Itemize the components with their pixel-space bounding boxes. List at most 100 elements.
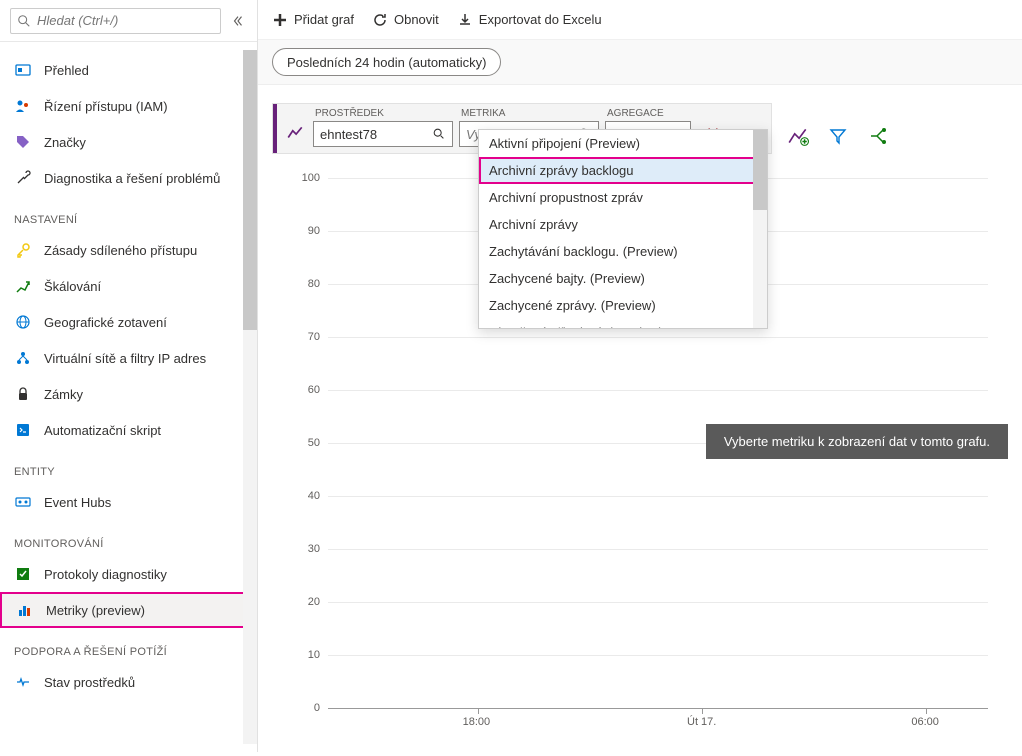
eventhubs-icon — [14, 493, 32, 511]
chevron-double-left-icon — [231, 14, 245, 28]
y-tick-label: 70 — [292, 331, 320, 343]
scrollbar-thumb[interactable] — [243, 50, 257, 330]
selector-label: AGREGACE — [605, 108, 691, 119]
sidebar-item-geo[interactable]: Geografické zotavení — [0, 304, 257, 340]
y-tick-label: 10 — [292, 649, 320, 661]
script-icon — [14, 421, 32, 439]
sidebar-item-label: Značky — [44, 135, 86, 150]
y-tick-label: 90 — [292, 225, 320, 237]
metric-area: PROSTŘEDEK ehntest78 METRIKA Vyberte met… — [258, 85, 1022, 752]
x-tick-label: 06:00 — [911, 716, 939, 756]
gridline — [328, 549, 988, 550]
dropdown-item[interactable]: Zachycené zprávy. (Preview) — [479, 292, 767, 319]
export-excel-button[interactable]: Exportovat do Excelu — [457, 12, 602, 28]
search-icon — [17, 14, 31, 28]
nav-section-settings: NASTAVENÍ — [0, 196, 257, 232]
line-chart-icon — [281, 119, 309, 147]
main-content: Přidat graf Obnovit Exportovat do Excelu… — [258, 0, 1022, 752]
dropdown-item[interactable]: Aktivní připojení (Preview) — [479, 130, 767, 157]
sidebar-item-label: Škálování — [44, 279, 101, 294]
sidebar-item-label: Přehled — [44, 63, 89, 78]
dropdown-item[interactable]: Archivní zprávy — [479, 211, 767, 238]
nav: Přehled Řízení přístupu (IAM) Značky Dia… — [0, 42, 257, 752]
sidebar-scrollbar[interactable] — [243, 50, 257, 744]
add-chart-button[interactable]: Přidat graf — [272, 12, 354, 28]
add-metric-button[interactable] — [786, 124, 810, 148]
dropdown-item[interactable]: Zachycené bajty. (Preview) — [479, 265, 767, 292]
timerange-label: Posledních 24 hodin (automaticky) — [287, 55, 486, 70]
timerange-pill[interactable]: Posledních 24 hodin (automaticky) — [272, 48, 501, 76]
split-button[interactable] — [866, 124, 890, 148]
resource-value: ehntest78 — [320, 127, 377, 142]
metric-dropdown: Aktivní připojení (Preview)Archivní zprá… — [478, 129, 768, 329]
sidebar-item-shared-access[interactable]: Zásady sdíleného přístupu — [0, 232, 257, 268]
search-icon — [432, 127, 446, 141]
scrollbar-thumb[interactable] — [753, 130, 767, 210]
sidebar-item-diaglogs[interactable]: Protokoly diagnostiky — [0, 556, 257, 592]
chart-placeholder-message: Vyberte metriku k zobrazení dat v tomto … — [706, 424, 1008, 459]
x-tick-label: 18:00 — [463, 716, 491, 756]
sidebar-item-metrics[interactable]: Metriky (preview) — [0, 592, 257, 628]
selector-label: PROSTŘEDEK — [313, 108, 453, 119]
nav-section-entity: ENTITY — [0, 448, 257, 484]
sidebar-item-label: Zásady sdíleného přístupu — [44, 243, 197, 258]
collapse-sidebar-button[interactable] — [229, 12, 247, 30]
y-tick-label: 80 — [292, 278, 320, 290]
button-label: Přidat graf — [294, 12, 354, 27]
x-tick-mark — [926, 708, 927, 714]
lock-icon — [14, 385, 32, 403]
sidebar-item-locks[interactable]: Zámky — [0, 376, 257, 412]
resource-selector: PROSTŘEDEK ehntest78 — [313, 108, 453, 147]
y-tick-label: 100 — [292, 172, 320, 184]
sidebar-item-label: Diagnostika a řešení problémů — [44, 171, 220, 186]
gridline — [328, 496, 988, 497]
y-tick-label: 40 — [292, 490, 320, 502]
x-tick-mark — [702, 708, 703, 714]
sidebar-item-tags[interactable]: Značky — [0, 124, 257, 160]
sidebar-item-iam[interactable]: Řízení přístupu (IAM) — [0, 88, 257, 124]
dropdown-item[interactable]: Zachytávání backlogu. (Preview) — [479, 238, 767, 265]
sidebar-item-diagnose[interactable]: Diagnostika a řešení problémů — [0, 160, 257, 196]
x-tick-mark — [478, 708, 479, 714]
y-tick-label: 30 — [292, 543, 320, 555]
dropdown-item[interactable]: Archivní propustnost zpráv — [479, 184, 767, 211]
dropdown-item[interactable]: Archivní zprávy backlogu — [479, 157, 767, 184]
overview-icon — [14, 61, 32, 79]
wrench-icon — [14, 169, 32, 187]
metrics-icon — [16, 601, 34, 619]
sidebar-item-eventhubs[interactable]: Event Hubs — [0, 484, 257, 520]
sidebar-item-label: Stav prostředků — [44, 675, 135, 690]
sidebar-item-label: Geografické zotavení — [44, 315, 167, 330]
globe-icon — [14, 313, 32, 331]
sidebar-item-overview[interactable]: Přehled — [0, 52, 257, 88]
search-input[interactable]: Hledat (Ctrl+/) — [10, 8, 221, 34]
sidebar-item-automation[interactable]: Automatizační skript — [0, 412, 257, 448]
filter-button[interactable] — [826, 124, 850, 148]
gridline — [328, 390, 988, 391]
sidebar-item-scale[interactable]: Škálování — [0, 268, 257, 304]
button-label: Obnovit — [394, 12, 439, 27]
sidebar-item-label: Zámky — [44, 387, 83, 402]
selector-label: METRIKA — [459, 108, 599, 119]
key-icon — [14, 241, 32, 259]
timerange-row: Posledních 24 hodin (automaticky) — [258, 40, 1022, 85]
y-tick-label: 60 — [292, 384, 320, 396]
health-icon — [14, 673, 32, 691]
x-tick-label: Út 17. — [687, 716, 716, 756]
refresh-button[interactable]: Obnovit — [372, 12, 439, 28]
sidebar-item-label: Event Hubs — [44, 495, 111, 510]
gridline — [328, 602, 988, 603]
sidebar-item-vnet[interactable]: Virtuální sítě a filtry IP adres — [0, 340, 257, 376]
chart-actions — [786, 110, 890, 154]
gridline — [328, 655, 988, 656]
download-icon — [457, 12, 473, 28]
network-icon — [14, 349, 32, 367]
sidebar: Hledat (Ctrl+/) Přehled Řízení přístupu … — [0, 0, 258, 752]
sidebar-item-health[interactable]: Stav prostředků — [0, 664, 257, 700]
resource-input[interactable]: ehntest78 — [313, 121, 453, 147]
gridline — [328, 708, 988, 709]
sidebar-item-label: Automatizační skript — [44, 423, 161, 438]
dropdown-item[interactable]: Ukončená připojení. (Preview) — [479, 319, 767, 329]
toolbar: Přidat graf Obnovit Exportovat do Excelu — [258, 0, 1022, 40]
dropdown-scrollbar[interactable] — [753, 130, 767, 328]
